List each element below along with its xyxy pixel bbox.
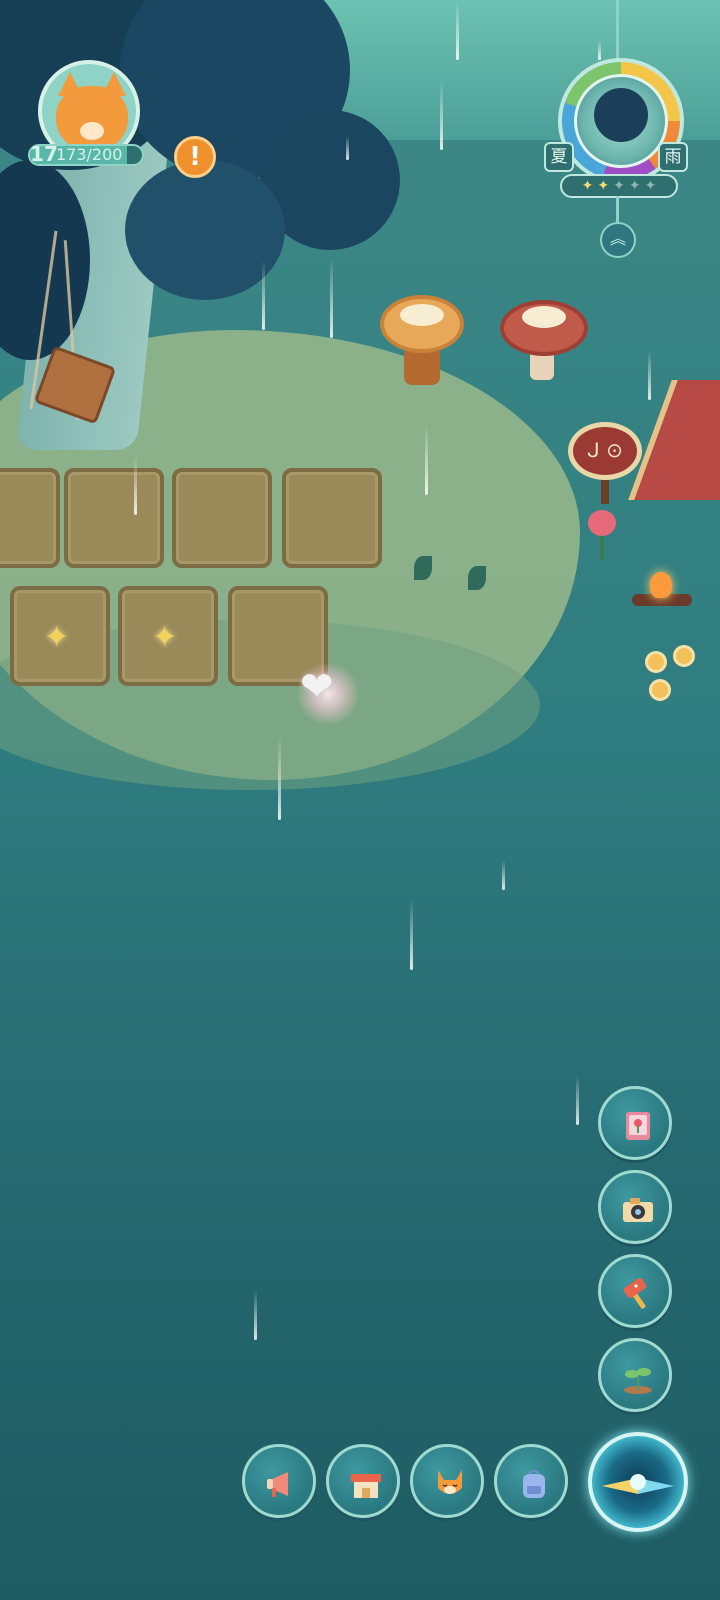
- shop-button[interactable]: [326, 1444, 400, 1518]
- shop-sign[interactable]: ᒍ ⊙: [568, 422, 642, 480]
- flower: [676, 648, 692, 664]
- megaphone-icon: [267, 1472, 288, 1497]
- farm-plot[interactable]: [64, 468, 164, 568]
- rain-streak: [456, 0, 459, 60]
- sprout-icon: ✦: [44, 620, 70, 655]
- tree-canopy: [125, 160, 285, 300]
- star-filled-icon: ✦: [581, 178, 594, 194]
- rain-streak: [502, 860, 505, 890]
- camera-button[interactable]: [598, 1170, 672, 1244]
- flower-book-button[interactable]: [598, 1086, 672, 1160]
- fox-icon: [438, 1470, 462, 1494]
- sprout-icon: ✦: [152, 620, 178, 655]
- farm-plot[interactable]: [172, 468, 272, 568]
- star-empty-icon: ✦: [628, 178, 641, 194]
- compass-icon[interactable]: [588, 1432, 688, 1532]
- leaf-sprout-icon: [468, 566, 486, 590]
- rain-streak: [330, 258, 333, 338]
- farm-plot[interactable]: [282, 468, 382, 568]
- rain-streak: [598, 40, 601, 60]
- sign-post: [601, 478, 609, 504]
- rose-stem: [600, 532, 604, 560]
- rain-streak: [425, 425, 428, 495]
- fire-icon: [650, 572, 672, 598]
- season-label: 夏: [544, 142, 574, 172]
- tree-icon: [594, 88, 648, 142]
- rain-streak: [576, 1075, 579, 1125]
- tent[interactable]: [628, 380, 720, 500]
- rain-streak: [346, 136, 349, 160]
- star-empty-icon: ✦: [613, 178, 625, 194]
- star-rating: ✦ ✦ ✦ ✦ ✦: [560, 174, 678, 198]
- rain-streak: [134, 455, 137, 515]
- rain-streak: [440, 80, 443, 150]
- hanging-string: [616, 196, 619, 222]
- food-plate-icon: [400, 304, 444, 326]
- campfire[interactable]: [632, 572, 692, 612]
- exclamation-icon[interactable]: !: [174, 136, 216, 178]
- compass-hub: [630, 1474, 646, 1490]
- sprout-button[interactable]: [598, 1338, 672, 1412]
- rose-flower[interactable]: [588, 510, 616, 536]
- rain-streak: [278, 735, 281, 820]
- flower: [648, 654, 664, 670]
- backpack-button[interactable]: [494, 1444, 568, 1518]
- backpack-icon: [523, 1470, 545, 1498]
- camera-icon: [623, 1198, 653, 1222]
- star-empty-icon: ✦: [644, 178, 657, 194]
- rain-streak: [410, 900, 413, 970]
- hanging-string: [616, 0, 619, 60]
- expand-up-button[interactable]: ︽: [600, 222, 636, 258]
- megaphone-button[interactable]: [242, 1444, 316, 1518]
- xp-text: 173/200: [56, 145, 123, 164]
- fox-ear: [102, 72, 126, 96]
- farm-plot[interactable]: [0, 468, 60, 568]
- fox-ear: [58, 72, 82, 96]
- sprout-icon: [624, 1368, 652, 1394]
- flower: [652, 682, 668, 698]
- rain-streak: [648, 350, 651, 400]
- hammer-button[interactable]: [598, 1254, 672, 1328]
- leaf-sprout-icon: [414, 556, 432, 580]
- flower-book-icon: [626, 1112, 650, 1140]
- broken-heart-icon[interactable]: ❤: [300, 664, 334, 710]
- star-filled-icon: ✦: [597, 178, 610, 194]
- rain-streak: [254, 1290, 257, 1340]
- shop-icon: [351, 1474, 381, 1498]
- game-scene[interactable]: ✦ ✦ ᒍ ⊙ ❤ 17 173/200 ! 夏 雨 ✦ ✦ ✦ ✦ ✦ ︽: [0, 0, 720, 1600]
- weather-label: 雨: [658, 142, 688, 172]
- food-plate-icon: [522, 306, 566, 328]
- fox-character-button[interactable]: [410, 1444, 484, 1518]
- rain-streak: [262, 260, 265, 330]
- fox-muzzle: [80, 122, 104, 140]
- hammer-icon: [623, 1277, 647, 1309]
